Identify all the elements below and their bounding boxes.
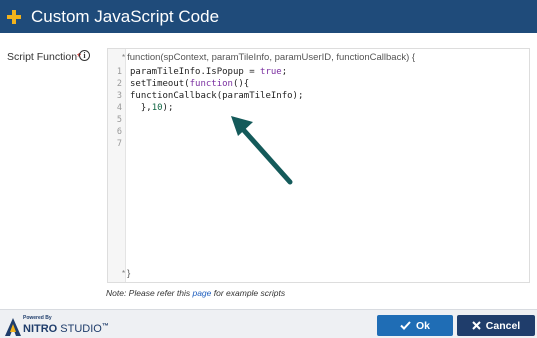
code-editor[interactable]: * function(spContext, paramTileInfo, para… bbox=[107, 48, 530, 283]
code-text[interactable]: paramTileInfo.IsPopup = true; bbox=[126, 67, 287, 77]
brand-main: NITRO bbox=[23, 323, 58, 335]
code-line[interactable]: 3 functionCallback(paramTileInfo); bbox=[108, 90, 529, 102]
nitro-studio-logo: Powered By NITRO STUDIO™ bbox=[5, 315, 125, 337]
dialog-title: Custom JavaScript Code bbox=[31, 6, 220, 26]
function-closing-text: } bbox=[127, 268, 131, 279]
cancel-button[interactable]: Cancel bbox=[457, 315, 535, 336]
code-text[interactable]: },10); bbox=[126, 103, 174, 113]
help-note-prefix: Note: Please refer this bbox=[106, 288, 193, 298]
brand-name: NITRO STUDIO™ bbox=[23, 323, 109, 335]
function-closing: *} bbox=[122, 268, 130, 279]
ok-button-label: Ok bbox=[415, 319, 430, 332]
code-text[interactable]: setTimeout(function(){ bbox=[126, 79, 249, 89]
brand-sub: STUDIO bbox=[60, 323, 102, 335]
ok-button[interactable]: Ok bbox=[377, 315, 453, 336]
code-line[interactable]: 5 bbox=[108, 114, 529, 126]
example-scripts-link[interactable]: page bbox=[192, 288, 211, 298]
code-line[interactable]: 4 },10); bbox=[108, 102, 529, 114]
code-line[interactable]: 1 paramTileInfo.IsPopup = true; bbox=[108, 66, 529, 78]
readonly-marker: * bbox=[122, 269, 126, 278]
help-note: Note: Please refer this page for example… bbox=[106, 288, 285, 298]
code-line[interactable]: 2 setTimeout(function(){ bbox=[108, 78, 529, 90]
script-function-label-text: Script Function bbox=[7, 51, 78, 63]
line-number: 1 bbox=[116, 67, 122, 77]
dialog-header: Custom JavaScript Code bbox=[0, 0, 537, 33]
line-number: 6 bbox=[116, 127, 122, 137]
code-text[interactable]: functionCallback(paramTileInfo); bbox=[126, 91, 303, 101]
function-signature-text: function(spContext, paramTileInfo, param… bbox=[127, 52, 416, 63]
plus-icon bbox=[7, 9, 21, 24]
code-line[interactable]: 6 bbox=[108, 126, 529, 138]
info-icon[interactable]: i bbox=[79, 50, 90, 61]
help-note-suffix: for example scripts bbox=[211, 288, 286, 298]
line-number: 7 bbox=[116, 139, 122, 149]
script-function-label: Script Function* bbox=[7, 51, 81, 63]
cancel-button-label: Cancel bbox=[485, 319, 521, 332]
function-signature: * function(spContext, paramTileInfo, para… bbox=[122, 52, 415, 63]
readonly-marker: * bbox=[122, 53, 126, 62]
trademark: ™ bbox=[101, 323, 109, 330]
line-number: 4 bbox=[116, 103, 122, 113]
code-line[interactable]: 7 bbox=[108, 138, 529, 150]
powered-by-text: Powered By bbox=[23, 315, 52, 321]
line-number: 2 bbox=[116, 79, 122, 89]
nitro-logo-icon bbox=[5, 318, 21, 336]
close-icon bbox=[472, 321, 481, 330]
line-number: 5 bbox=[116, 115, 122, 125]
line-number: 3 bbox=[116, 91, 122, 101]
code-lines[interactable]: 1 paramTileInfo.IsPopup = true; 2 setTim… bbox=[108, 66, 529, 150]
check-icon bbox=[400, 321, 411, 330]
